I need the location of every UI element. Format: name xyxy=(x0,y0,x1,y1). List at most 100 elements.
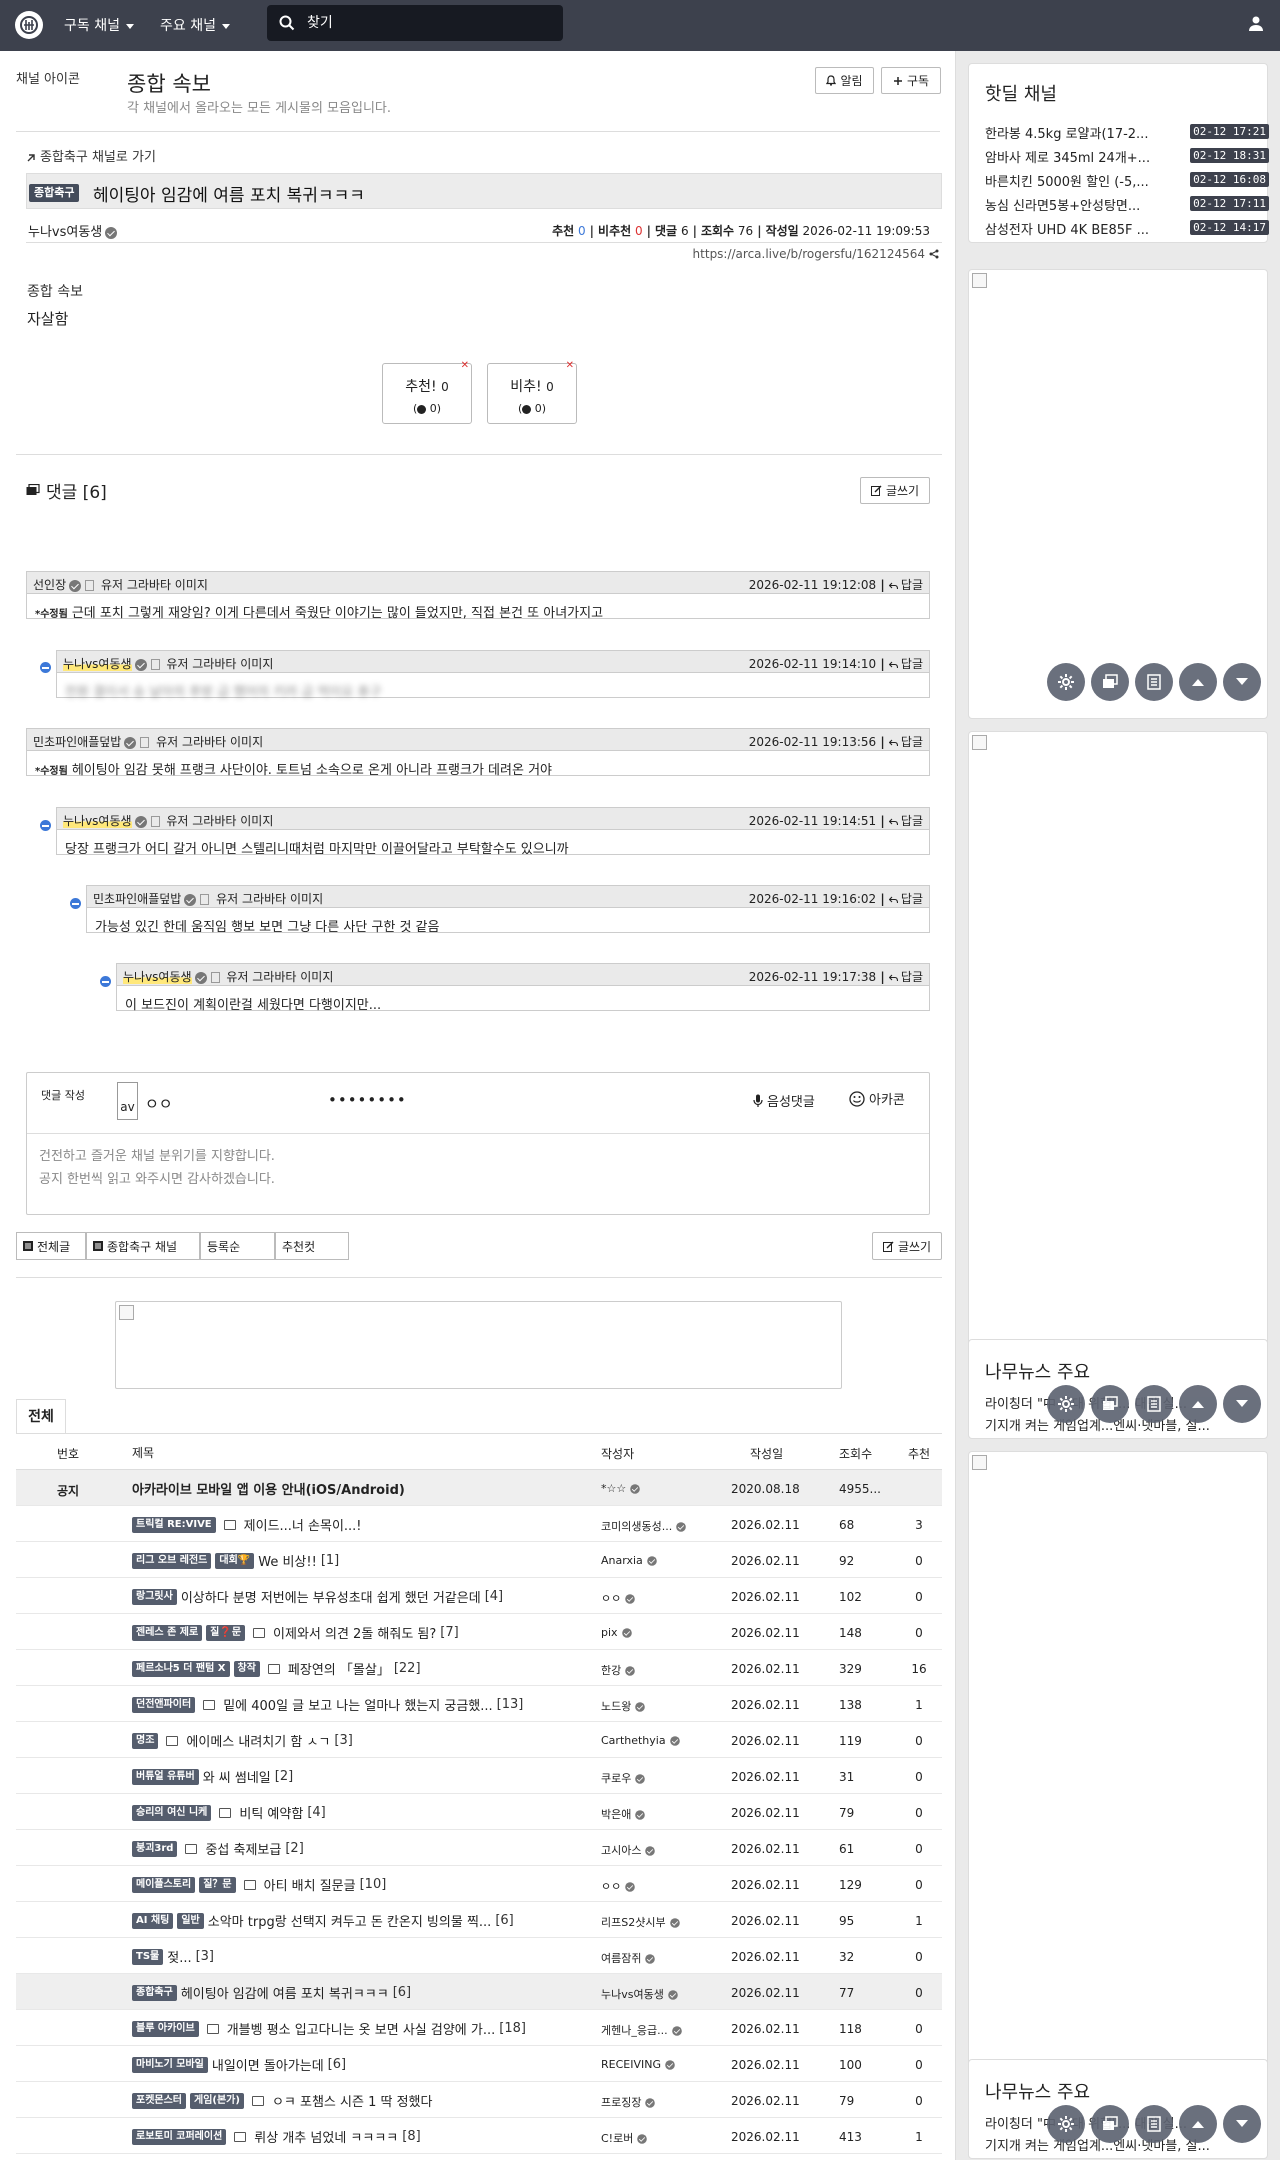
post-title-cell[interactable]: 명조 에이메스 내려치기 함 ㅅㄱ [3] xyxy=(132,1731,602,1750)
post-author[interactable]: ㅇㅇ xyxy=(601,1878,701,1894)
category-badge[interactable]: 포켓몬스터 xyxy=(132,2092,186,2109)
alert-button[interactable]: 알림 xyxy=(815,67,874,94)
category-badge[interactable]: 질❓문 xyxy=(206,1624,246,1641)
article-url[interactable]: https://arca.live/b/rogersfu/162124564 xyxy=(693,247,939,261)
post-title-cell[interactable]: 페르소나5 더 팬텀 X 창작 페장연의 「몰살」 [22] xyxy=(132,1659,602,1678)
post-title-cell[interactable]: 마비노기 모바일 내일이면 돌아가는데 [6] xyxy=(132,2055,602,2074)
article-author[interactable]: 누나vs여동생 xyxy=(28,221,118,240)
goto-channel-link[interactable]: 종합축구 채널로 가기 xyxy=(26,146,156,165)
post-title-cell[interactable]: 랑그릿사 이상하다 분명 저번에는 부유성초대 쉽게 했던 거같은데 [4] xyxy=(132,1587,602,1606)
reply-button[interactable]: 답글 xyxy=(888,814,923,828)
post-author[interactable]: 게헨나_응급... xyxy=(601,2022,701,2038)
chevron-up-button[interactable] xyxy=(1179,2105,1217,2143)
search-input[interactable] xyxy=(307,11,547,35)
table-row[interactable]: 포켓몬스터 게임(본가) ㅇㅋ 포챔스 시즌 1 딱 정했다 프로징장 2026.02.… xyxy=(16,2082,942,2118)
table-row[interactable]: 종합축구 헤이팅아 임감에 여름 포치 복귀ㅋㅋㅋ [6] 누나vs여동생 2026.0… xyxy=(16,1974,942,2010)
category-badge[interactable]: 페르소나5 더 팬텀 X xyxy=(132,1660,230,1677)
category-badge[interactable]: 질？문 xyxy=(199,1876,236,1893)
post-author[interactable]: 여름잠쥐 xyxy=(601,1950,701,1966)
table-row[interactable]: 붕괴3rd 중섭 축제보급 [2] 고시아스 2026.02.11 61 0 xyxy=(16,1830,942,1866)
category-badge[interactable]: 게임(본가) xyxy=(190,2092,244,2109)
ad-banner[interactable] xyxy=(115,1301,842,1389)
category-badge[interactable]: 붕괴3rd xyxy=(132,1840,178,1857)
post-title-cell[interactable]: TS물 젖... [3] xyxy=(132,1947,602,1966)
hotdeal-item[interactable]: 암바사 제로 345ml 24개+... 02-12 18:31 xyxy=(985,147,1275,166)
write-button[interactable]: 글쓰기 xyxy=(860,477,930,504)
table-row[interactable]: 승리의 여신 니케 비틱 예약함 [4] 박은애 2026.02.11 79 0 xyxy=(16,1794,942,1830)
nav-subscribed-channels[interactable]: 구독 채널 xyxy=(64,15,134,35)
table-row[interactable]: 로보토미 코퍼레이션 뤼상 개추 넘었네 ㅋㅋㅋㅋ [8] C!로버 2026.02.1… xyxy=(16,2118,942,2154)
post-author[interactable]: 코미의생동성... xyxy=(601,1518,701,1534)
chevron-down-button[interactable] xyxy=(1223,1385,1261,1423)
category-badge[interactable]: 대회🏆 xyxy=(215,1552,255,1569)
post-title-cell[interactable]: 포켓몬스터 게임(본가) ㅇㅋ 포챔스 시즌 1 딱 정했다 xyxy=(132,2091,602,2110)
post-author[interactable]: 박은애 xyxy=(601,1806,701,1822)
password-field[interactable]: •••••••• xyxy=(328,1091,407,1109)
table-row[interactable]: 메이플스토리 질？문 아티 배치 질문글 [10] ㅇㅇ 2026.02.11 129 0 xyxy=(16,1866,942,1902)
chevron-down-button[interactable] xyxy=(1223,2105,1261,2143)
hotdeal-item[interactable]: 한라봉 4.5kg 로얄과(17-2... 02-12 17:21 xyxy=(985,123,1275,142)
category-badge[interactable]: 리그 오브 레전드 xyxy=(132,1552,212,1569)
gear-button[interactable] xyxy=(1047,2105,1085,2143)
upvote-button[interactable]: ✕ 추천! 0 ( 0) xyxy=(382,360,472,424)
filter-channel[interactable]: 종합축구 채널 xyxy=(86,1232,200,1260)
sidebar-ad-3[interactable] xyxy=(968,1451,1268,2101)
list-button[interactable] xyxy=(1135,1385,1173,1423)
table-row[interactable]: 젠레스 존 제로 질❓문 이제와서 의견 2돌 해줘도 됨? [7] pix 2026.0… xyxy=(16,1614,942,1650)
list-button[interactable] xyxy=(1135,663,1173,701)
hotdeal-item[interactable]: 삼성전자 UHD 4K BE85F ... 02-12 14:17 xyxy=(985,219,1275,238)
category-badge[interactable]: 창작 xyxy=(233,1660,260,1677)
chevron-up-button[interactable] xyxy=(1179,663,1217,701)
comment-author[interactable]: 누나vs여동생 유저 그라바타 이미지 xyxy=(123,968,333,985)
list-button[interactable] xyxy=(1135,2105,1173,2143)
post-author[interactable]: 리프S2샷시부 xyxy=(601,1914,701,1930)
category-badge[interactable]: 마비노기 모바일 xyxy=(132,2056,208,2073)
table-row[interactable]: AI 채팅 일반 소악마 trpg랑 선택지 켜두고 돈 칸온지 빙의물 찍...[… xyxy=(16,1902,942,1938)
post-author[interactable]: RECEIVING xyxy=(601,2058,701,2071)
table-row[interactable]: 세븐나이츠 리버스길드 구인 / 구직[보충수업부] 학생 1명 모집중이...… xyxy=(16,2154,942,2160)
share-icon[interactable] xyxy=(929,249,939,259)
collapse-icon[interactable] xyxy=(100,976,111,987)
category-badge[interactable]: 명조 xyxy=(132,1732,159,1749)
post-author[interactable]: 누나vs여동생 xyxy=(601,1986,701,2002)
post-author[interactable]: 고시아스 xyxy=(601,1842,701,1858)
category-badge[interactable]: 젠레스 존 제로 xyxy=(132,1624,203,1641)
arcacon-button[interactable]: 아카콘 xyxy=(849,1089,905,1108)
category-badge[interactable]: 트릭컬 RE:VIVE xyxy=(132,1516,216,1533)
collapse-icon[interactable] xyxy=(40,820,51,831)
comment-author[interactable]: 누나vs여동생 유저 그라바타 이미지 xyxy=(63,655,273,672)
news-title[interactable]: 나무뉴스 주요 xyxy=(985,1358,1090,1384)
collapse-icon[interactable] xyxy=(40,662,51,673)
table-row[interactable]: 던전앤파이터 밑에 400일 글 보고 나는 얼마나 했는지 궁금했... [13]… xyxy=(16,1686,942,1722)
post-author[interactable]: ㅇㅇ xyxy=(601,1590,701,1606)
category-badge[interactable]: 랑그릿사 xyxy=(132,1588,177,1605)
table-row[interactable]: 블루 아카이브 개블벵 평소 입고다니는 옷 보면 사실 검양에 가... [18]… xyxy=(16,2010,942,2046)
comments-button[interactable] xyxy=(1091,2105,1129,2143)
reply-button[interactable]: 답글 xyxy=(888,578,923,592)
post-title-cell[interactable]: 트릭컬 RE:VIVE 제이드...너 손목이...! xyxy=(132,1515,602,1534)
category-badge[interactable]: 일반 xyxy=(177,1912,204,1929)
page-title[interactable]: 종합 속보 xyxy=(127,68,211,98)
table-row[interactable]: 버튜얼 유튜버 와 씨 썸네일 [2] 쿠로우 2026.02.11 31 0 xyxy=(16,1758,942,1794)
reply-button[interactable]: 답글 xyxy=(888,970,923,984)
post-author[interactable]: 노드왕 xyxy=(601,1698,701,1714)
table-row[interactable]: 리그 오브 레전드 대회🏆 We 비상!! [1] Anarxia 2026.02.11 9… xyxy=(16,1542,942,1578)
user-icon[interactable] xyxy=(1248,15,1264,31)
post-title-cell[interactable]: 리그 오브 레전드 대회🏆 We 비상!! [1] xyxy=(132,1551,602,1570)
category-badge[interactable]: 승리의 여신 니케 xyxy=(132,1804,212,1821)
category-badge[interactable]: 메이플스토리 xyxy=(132,1876,196,1893)
post-author[interactable]: Anarxia xyxy=(601,1554,701,1567)
category-badge[interactable]: TS물 xyxy=(132,1948,164,1965)
table-row[interactable]: 페르소나5 더 팬텀 X 창작 페장연의 「몰살」 [22] 한강 2026.02.11 3… xyxy=(16,1650,942,1686)
post-author[interactable]: 프로징장 xyxy=(601,2094,701,2110)
write-post-button[interactable]: 글쓰기 xyxy=(872,1232,942,1260)
category-badge[interactable]: 던전앤파이터 xyxy=(132,1696,196,1713)
comments-button[interactable] xyxy=(1091,663,1129,701)
news-title[interactable]: 나무뉴스 주요 xyxy=(985,2078,1090,2104)
post-author[interactable]: pix xyxy=(601,1626,701,1639)
comment-author[interactable]: 누나vs여동생 유저 그라바타 이미지 xyxy=(63,812,273,829)
table-row[interactable]: 마비노기 모바일 내일이면 돌아가는데 [6] RECEIVING 2026.02.11… xyxy=(16,2046,942,2082)
comments-button[interactable] xyxy=(1091,1385,1129,1423)
downvote-button[interactable]: ✕ 비추! 0 ( 0) xyxy=(487,360,577,424)
reply-button[interactable]: 답글 xyxy=(888,892,923,906)
